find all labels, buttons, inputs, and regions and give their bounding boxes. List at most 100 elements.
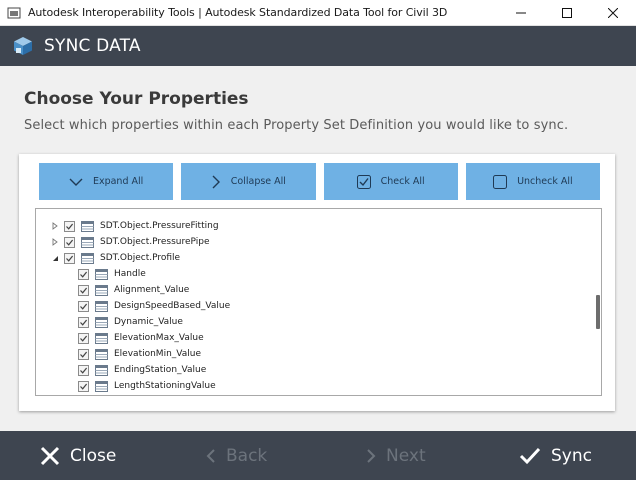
checkmark-icon bbox=[80, 271, 88, 278]
checkmark-icon bbox=[519, 447, 541, 464]
tree-child-item[interactable]: DesignSpeedBased_Value bbox=[78, 298, 230, 314]
property-icon bbox=[95, 332, 108, 344]
tree-item-profile[interactable]: SDT.Object.Profile bbox=[50, 250, 180, 266]
close-label: Close bbox=[70, 445, 117, 466]
property-set-icon bbox=[81, 252, 94, 264]
tree-item-label: ElevationMin_Value bbox=[114, 349, 201, 359]
tree-item-pressurefitting[interactable]: SDT.Object.PressureFitting bbox=[50, 218, 219, 234]
checkmark-icon bbox=[66, 223, 74, 230]
property-set-icon bbox=[81, 236, 94, 248]
property-icon bbox=[95, 348, 108, 360]
chevron-down-icon bbox=[69, 178, 83, 186]
chevron-left-icon bbox=[206, 448, 215, 463]
tree-checkbox[interactable] bbox=[78, 332, 89, 344]
tree-checkbox[interactable] bbox=[78, 316, 89, 328]
tree-item-label: SDT.Object.PressureFitting bbox=[100, 221, 219, 231]
tree-checkbox[interactable] bbox=[78, 300, 89, 312]
section-heading: Choose Your Properties bbox=[24, 89, 249, 109]
property-icon bbox=[95, 316, 108, 328]
collapse-arrow-icon[interactable] bbox=[50, 253, 60, 263]
content-area: Choose Your Properties Select which prop… bbox=[0, 66, 636, 431]
properties-panel: Expand All Collapse All Check All Unchec… bbox=[19, 154, 615, 411]
tree-child-item[interactable]: LengthStationingValue bbox=[78, 378, 216, 394]
property-icon bbox=[95, 284, 108, 296]
tree-item-label: EndingStation_Value bbox=[114, 365, 207, 375]
minimize-button[interactable] bbox=[498, 0, 544, 25]
tree-checkbox[interactable] bbox=[78, 380, 89, 392]
expand-arrow-icon[interactable] bbox=[50, 237, 60, 247]
tree-item-label: LengthStationingValue bbox=[114, 381, 216, 391]
tree-item-pressurepipe[interactable]: SDT.Object.PressurePipe bbox=[50, 234, 210, 250]
close-window-button[interactable] bbox=[590, 0, 636, 25]
tree-checkbox[interactable] bbox=[64, 236, 75, 248]
uncheck-all-button[interactable]: Uncheck All bbox=[465, 163, 600, 200]
minimize-icon bbox=[516, 12, 526, 13]
check-all-button[interactable]: Check All bbox=[323, 163, 458, 200]
checked-box-icon bbox=[356, 174, 371, 189]
tree-child-item[interactable]: Handle bbox=[78, 266, 146, 282]
tree-item-label: SDT.Object.Profile bbox=[100, 253, 181, 263]
checkmark-icon bbox=[80, 335, 88, 342]
section-description: Select which properties within each Prop… bbox=[24, 118, 569, 133]
property-icon bbox=[95, 364, 108, 376]
tree-checkbox[interactable] bbox=[64, 252, 75, 264]
property-icon bbox=[95, 300, 108, 312]
tree-child-item[interactable]: ElevationMax_Value bbox=[78, 330, 204, 346]
property-set-icon bbox=[81, 220, 94, 232]
tree-toolbar: Expand All Collapse All Check All Unchec… bbox=[39, 163, 600, 200]
tree-checkbox[interactable] bbox=[64, 220, 75, 232]
header-bar: SYNC DATA bbox=[0, 26, 636, 66]
property-icon bbox=[95, 380, 108, 392]
next-label: Next bbox=[386, 445, 426, 466]
page-title: SYNC DATA bbox=[44, 36, 141, 56]
expand-all-label: Expand All bbox=[92, 176, 144, 187]
tree-item-label: Alignment_Value bbox=[114, 285, 190, 295]
checkmark-icon bbox=[80, 319, 88, 326]
tree-checkbox[interactable] bbox=[78, 348, 89, 360]
checkmark-icon bbox=[80, 351, 88, 358]
property-tree[interactable]: SDT.Object.PressureFitting SDT.Object.Pr… bbox=[35, 208, 602, 396]
tree-child-item[interactable]: Dynamic_Value bbox=[78, 314, 183, 330]
tree-child-item[interactable]: ElevationMin_Value bbox=[78, 346, 201, 362]
tree-item-label: DesignSpeedBased_Value bbox=[114, 301, 231, 311]
tree-scrollbar-thumb[interactable] bbox=[596, 295, 600, 329]
maximize-icon bbox=[562, 7, 572, 18]
tree-checkbox[interactable] bbox=[78, 284, 89, 296]
uncheck-all-label: Uncheck All bbox=[517, 176, 573, 187]
sync-button[interactable]: Sync bbox=[519, 431, 592, 480]
collapse-all-button[interactable]: Collapse All bbox=[181, 163, 316, 200]
back-label: Back bbox=[226, 445, 268, 466]
collapse-all-label: Collapse All bbox=[230, 176, 286, 187]
x-icon bbox=[40, 446, 60, 465]
expand-all-button[interactable]: Expand All bbox=[39, 163, 174, 200]
checkmark-icon bbox=[80, 367, 88, 374]
tree-item-label: Dynamic_Value bbox=[114, 317, 183, 327]
cube-logo-icon bbox=[14, 37, 32, 55]
next-button[interactable]: Next bbox=[366, 431, 426, 480]
close-button[interactable]: Close bbox=[40, 431, 116, 480]
empty-box-icon bbox=[493, 174, 508, 189]
checkmark-icon bbox=[66, 255, 74, 262]
sync-label: Sync bbox=[551, 445, 592, 466]
tree-checkbox[interactable] bbox=[78, 268, 89, 280]
chevron-right-icon bbox=[212, 175, 220, 188]
check-all-label: Check All bbox=[380, 176, 425, 187]
expand-arrow-icon[interactable] bbox=[50, 221, 60, 231]
tree-checkbox[interactable] bbox=[78, 364, 89, 376]
tree-item-label: Handle bbox=[114, 269, 146, 279]
tree-child-item[interactable]: Alignment_Value bbox=[78, 282, 189, 298]
maximize-button[interactable] bbox=[544, 0, 590, 25]
close-icon bbox=[608, 7, 618, 18]
checkmark-icon bbox=[80, 303, 88, 310]
tree-item-label: SDT.Object.PressurePipe bbox=[100, 237, 210, 247]
tree-item-label: ElevationMax_Value bbox=[114, 333, 204, 343]
tree-child-item[interactable]: EndingStation_Value bbox=[78, 362, 206, 378]
window-titlebar: Autodesk Interoperability Tools | Autode… bbox=[0, 0, 636, 26]
app-icon bbox=[7, 7, 21, 18]
checkmark-icon bbox=[80, 383, 88, 390]
chevron-right-icon bbox=[367, 448, 376, 463]
checkmark-icon bbox=[80, 287, 88, 294]
property-icon bbox=[95, 268, 108, 280]
checkmark-icon bbox=[66, 239, 74, 246]
back-button[interactable]: Back bbox=[206, 431, 267, 480]
